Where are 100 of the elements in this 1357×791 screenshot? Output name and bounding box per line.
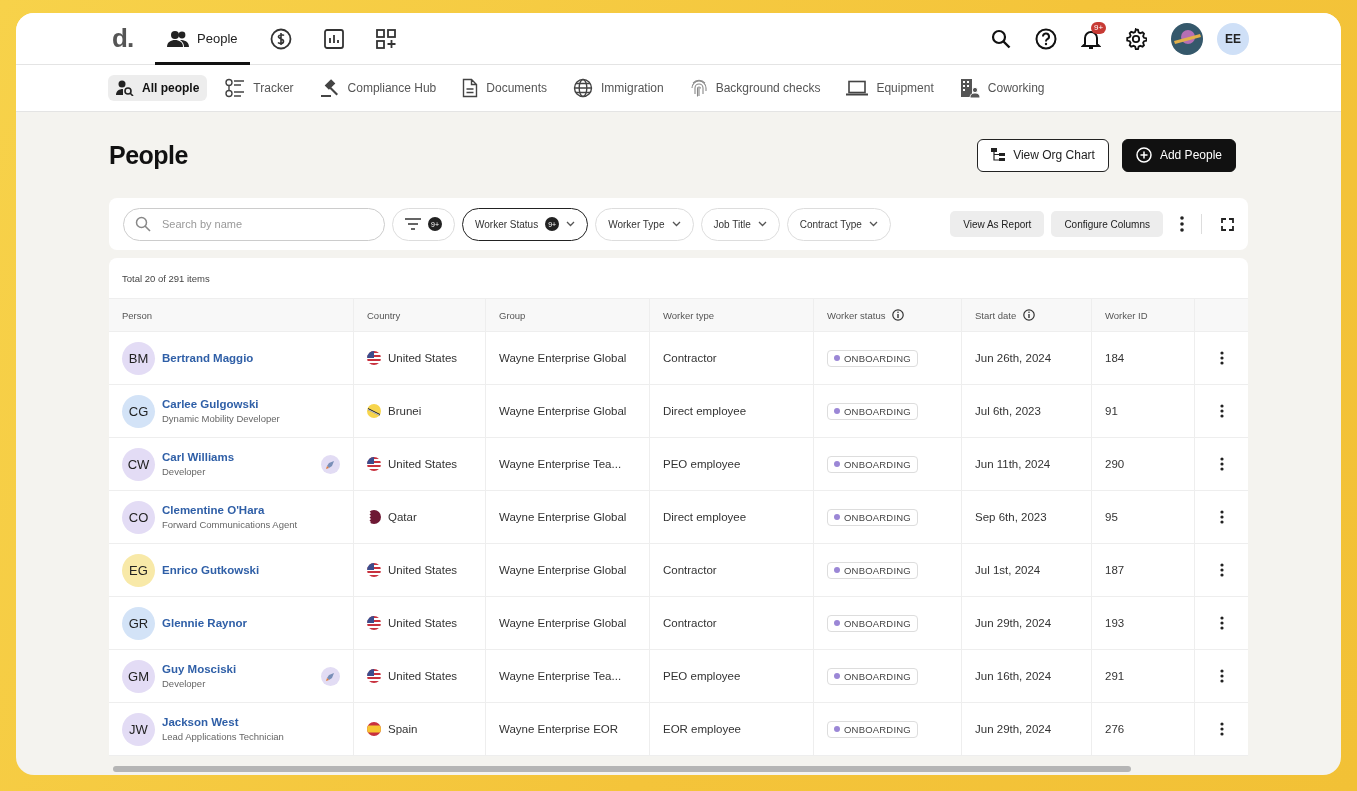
dollar-icon bbox=[269, 27, 292, 50]
more-icon[interactable] bbox=[1219, 722, 1224, 736]
more-icon[interactable] bbox=[1219, 616, 1224, 630]
column-header: Start date bbox=[975, 309, 1017, 321]
worker-type: PEO employee bbox=[663, 458, 741, 470]
page-title: People bbox=[109, 140, 188, 170]
person-name-link[interactable]: Guy Mosciski bbox=[162, 663, 237, 675]
more-icon[interactable] bbox=[1219, 457, 1224, 471]
more-icon[interactable] bbox=[1180, 216, 1184, 232]
person-name-link[interactable]: Glennie Raynor bbox=[162, 617, 247, 629]
more-icon[interactable] bbox=[1219, 669, 1224, 683]
table-row[interactable]: GR Glennie Raynor United States Wayne Enterprise Global Contractor ONBOARDING Jun 29th, 2024 193 bbox=[109, 597, 1248, 650]
column-header: Country bbox=[367, 309, 401, 321]
sub-nav-tab[interactable]: Compliance Hub bbox=[311, 73, 445, 103]
more-icon[interactable] bbox=[1219, 351, 1224, 365]
person-search-icon bbox=[116, 80, 134, 96]
info-icon[interactable] bbox=[892, 309, 905, 321]
column-header: Worker status bbox=[827, 309, 886, 321]
sub-nav-tab[interactable]: Coworking bbox=[951, 73, 1053, 103]
person-name-link[interactable]: Carlee Gulgowski bbox=[162, 398, 280, 410]
person-name-link[interactable]: Enrico Gutkowski bbox=[162, 564, 260, 576]
start-date: Jun 26th, 2024 bbox=[975, 352, 1052, 364]
start-date: Sep 6th, 2023 bbox=[975, 511, 1047, 523]
table-row[interactable]: CW Carl Williams Developer United States Wayne Enterprise Tea... PEO employee ONBOARDING Jun 11th, 2024 290 bbox=[109, 438, 1248, 491]
settings-icon[interactable] bbox=[1125, 27, 1147, 50]
filter-dropdown[interactable]: Contract Type bbox=[786, 207, 891, 241]
toolbar-button[interactable]: View As Report bbox=[950, 211, 1045, 237]
chevron-down-icon bbox=[566, 221, 576, 227]
group-name: Wayne Enterprise Global bbox=[499, 617, 627, 629]
info-icon[interactable] bbox=[1023, 309, 1036, 321]
person-name-link[interactable]: Jackson West bbox=[162, 716, 284, 728]
table-row[interactable]: CO Clementine O'Hara Forward Communications Agent Qatar Wayne Enterprise Global Direct employee ONBOARDING Sep 6th, 2023 95 bbox=[109, 491, 1248, 544]
profile-avatar[interactable]: EE bbox=[1217, 22, 1249, 55]
job-title: Forward Communications Agent bbox=[162, 519, 298, 530]
chevron-down-icon bbox=[868, 221, 878, 227]
flag-icon bbox=[367, 351, 381, 365]
fullscreen-icon[interactable] bbox=[1221, 217, 1234, 231]
item-count: Total 20 of 291 items bbox=[122, 272, 210, 284]
search-field[interactable]: Search by name bbox=[123, 207, 385, 241]
org-chart-button[interactable]: View Org Chart bbox=[977, 138, 1109, 172]
apps-icon bbox=[375, 28, 396, 49]
job-title: Developer bbox=[162, 678, 207, 689]
horizontal-scrollbar[interactable] bbox=[113, 766, 1131, 772]
group-name: Wayne Enterprise Global bbox=[499, 405, 627, 417]
filter-dropdown[interactable]: Worker Type bbox=[595, 207, 694, 241]
filter-icon bbox=[405, 218, 421, 230]
worker-type: Contractor bbox=[663, 352, 717, 364]
more-icon[interactable] bbox=[1219, 404, 1224, 418]
flag-icon bbox=[367, 616, 381, 630]
logo[interactable]: d. bbox=[112, 23, 134, 54]
column-header: Group bbox=[499, 309, 526, 321]
company-avatar[interactable] bbox=[1171, 22, 1203, 55]
table-row[interactable]: CG Carlee Gulgowski Dynamic Mobility Developer Brunei Wayne Enterprise Global Direct employee ONBOARDING Jul 6th, 2023 91 bbox=[109, 385, 1248, 438]
laptop-icon bbox=[846, 80, 869, 96]
start-date: Jun 29th, 2024 bbox=[975, 617, 1052, 629]
person-name-link[interactable]: Clementine O'Hara bbox=[162, 504, 298, 516]
group-name: Wayne Enterprise Tea... bbox=[499, 670, 622, 682]
more-icon[interactable] bbox=[1219, 510, 1224, 524]
sub-nav-tab[interactable]: Equipment bbox=[838, 75, 942, 101]
status-tag: ONBOARDING bbox=[827, 349, 918, 367]
start-date: Jun 11th, 2024 bbox=[975, 458, 1051, 470]
group-name: Wayne Enterprise Global bbox=[499, 564, 627, 576]
group-name: Wayne Enterprise Global bbox=[499, 352, 627, 364]
start-date: Jun 29th, 2024 bbox=[975, 723, 1052, 735]
group-name: Wayne Enterprise Tea... bbox=[499, 458, 622, 470]
toolbar-button[interactable]: Configure Columns bbox=[1051, 211, 1163, 237]
group-name: Wayne Enterprise Global bbox=[499, 511, 627, 523]
table-row[interactable]: GM Guy Mosciski Developer United States Wayne Enterprise Tea... PEO employee ONBOARDING Jun 16th, 2024 291 bbox=[109, 650, 1248, 703]
sub-nav-tab[interactable]: Documents bbox=[454, 73, 555, 103]
help-icon[interactable] bbox=[1035, 27, 1057, 50]
avatar: GR bbox=[122, 606, 155, 640]
table-row[interactable]: BM Bertrand Maggio United States Wayne Enterprise Global Contractor ONBOARDING Jun 26th, 2024 184 bbox=[109, 332, 1248, 385]
avatar: CG bbox=[122, 394, 155, 428]
sub-nav-tab[interactable]: Immigration bbox=[565, 73, 672, 103]
org-chart-icon bbox=[991, 148, 1006, 162]
job-title: Dynamic Mobility Developer bbox=[162, 413, 280, 424]
gavel-icon bbox=[319, 78, 340, 98]
status-tag: ONBOARDING bbox=[827, 667, 918, 685]
sub-nav-tab[interactable]: Background checks bbox=[681, 73, 829, 103]
country-name: Brunei bbox=[388, 405, 422, 417]
bar-chart-icon bbox=[323, 28, 344, 49]
column-header: Worker ID bbox=[1105, 309, 1148, 321]
country-name: United States bbox=[388, 564, 458, 576]
flag-icon bbox=[367, 457, 381, 471]
status-tag: ONBOARDING bbox=[827, 402, 918, 420]
table-row[interactable]: EG Enrico Gutkowski United States Wayne Enterprise Global Contractor ONBOARDING Jul 1st, 2024 187 bbox=[109, 544, 1248, 597]
flag-icon bbox=[367, 404, 381, 418]
country-name: Spain bbox=[388, 723, 418, 735]
more-icon[interactable] bbox=[1219, 563, 1224, 577]
person-name-link[interactable]: Bertrand Maggio bbox=[162, 352, 254, 364]
worker-id: 187 bbox=[1105, 564, 1125, 576]
search-icon[interactable] bbox=[991, 28, 1011, 49]
person-name-link[interactable]: Carl Williams bbox=[162, 451, 235, 463]
sub-nav-tab[interactable]: All people bbox=[108, 75, 208, 101]
status-tag: ONBOARDING bbox=[827, 561, 918, 579]
table-row[interactable]: JW Jackson West Lead Applications Technician Spain Wayne Enterprise EOR EOR employee ONBOARDING Jun 29th, 2024 276 bbox=[109, 703, 1248, 756]
filter-dropdown[interactable]: Job Title bbox=[700, 207, 780, 241]
avatar: GM bbox=[122, 659, 155, 693]
sub-nav-tab[interactable]: Tracker bbox=[217, 73, 302, 103]
add-people-button[interactable]: Add People bbox=[1121, 138, 1236, 172]
